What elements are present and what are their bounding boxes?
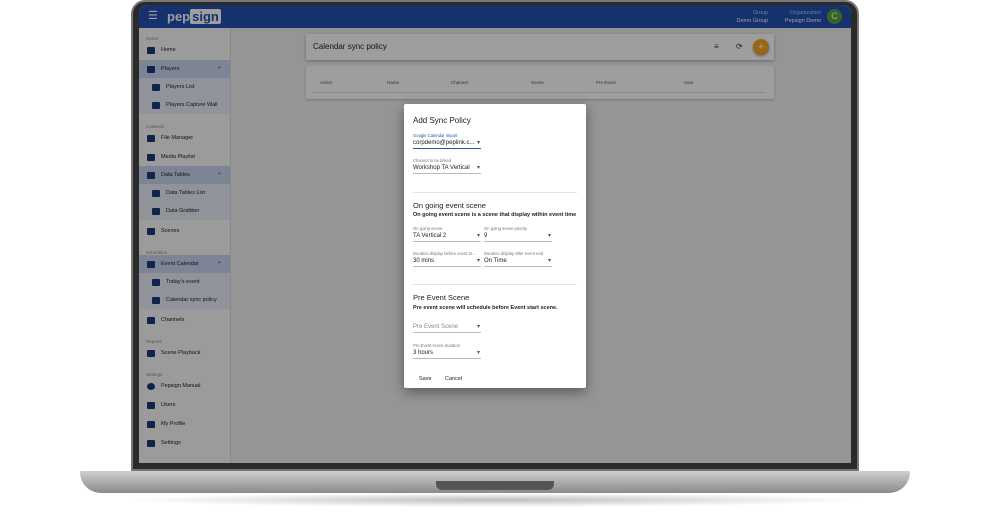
ongoing-scene-select[interactable]: On going scene TA Vertical 2 [413, 226, 481, 242]
field-value: 9 [484, 232, 552, 242]
pre-event-scene-select[interactable]: Pre Event Scene [413, 323, 481, 333]
laptop-notch [436, 481, 554, 490]
field-value: TA Vertical 2 [413, 232, 481, 242]
field-value: corpdemo@peplink.c... [413, 139, 481, 149]
section-description: On going event scene is a scene that dis… [413, 212, 577, 218]
duration-after-select[interactable]: Duration display after event end On Time [484, 251, 552, 267]
divider [413, 284, 577, 285]
ongoing-priority-select[interactable]: On going scene priority 9 [484, 226, 552, 242]
pre-event-duration-select[interactable]: Pre Event scene duration 3 hours [413, 343, 481, 359]
field-placeholder: Pre Event Scene [413, 323, 481, 333]
divider [413, 192, 577, 193]
channel-select[interactable]: Channel to be linked Workshop TA Vertical [413, 158, 481, 174]
section-description: Pre event scene will schedule before Eve… [413, 305, 558, 311]
field-value: 30 mins [413, 257, 481, 267]
field-value: On Time [484, 257, 552, 267]
duration-before-select[interactable]: Duration display before event st... 30 mi… [413, 251, 481, 267]
section-heading: Pre Event Scene [413, 293, 470, 302]
cancel-button[interactable]: Cancel [445, 376, 462, 382]
add-sync-policy-dialog: Add Sync Policy Google Calendar import co… [404, 104, 586, 388]
save-button[interactable]: Save [419, 376, 432, 382]
dialog-title: Add Sync Policy [413, 116, 471, 125]
laptop-shadow [120, 493, 870, 507]
google-calendar-select[interactable]: Google Calendar import corpdemo@peplink.c… [413, 133, 481, 149]
app-screen: ☰ pep sign Group Demo Group Organization Pe… [139, 5, 851, 463]
field-value: Workshop TA Vertical [413, 164, 481, 174]
field-value: 3 hours [413, 349, 481, 359]
section-heading: On going event scene [413, 201, 486, 210]
